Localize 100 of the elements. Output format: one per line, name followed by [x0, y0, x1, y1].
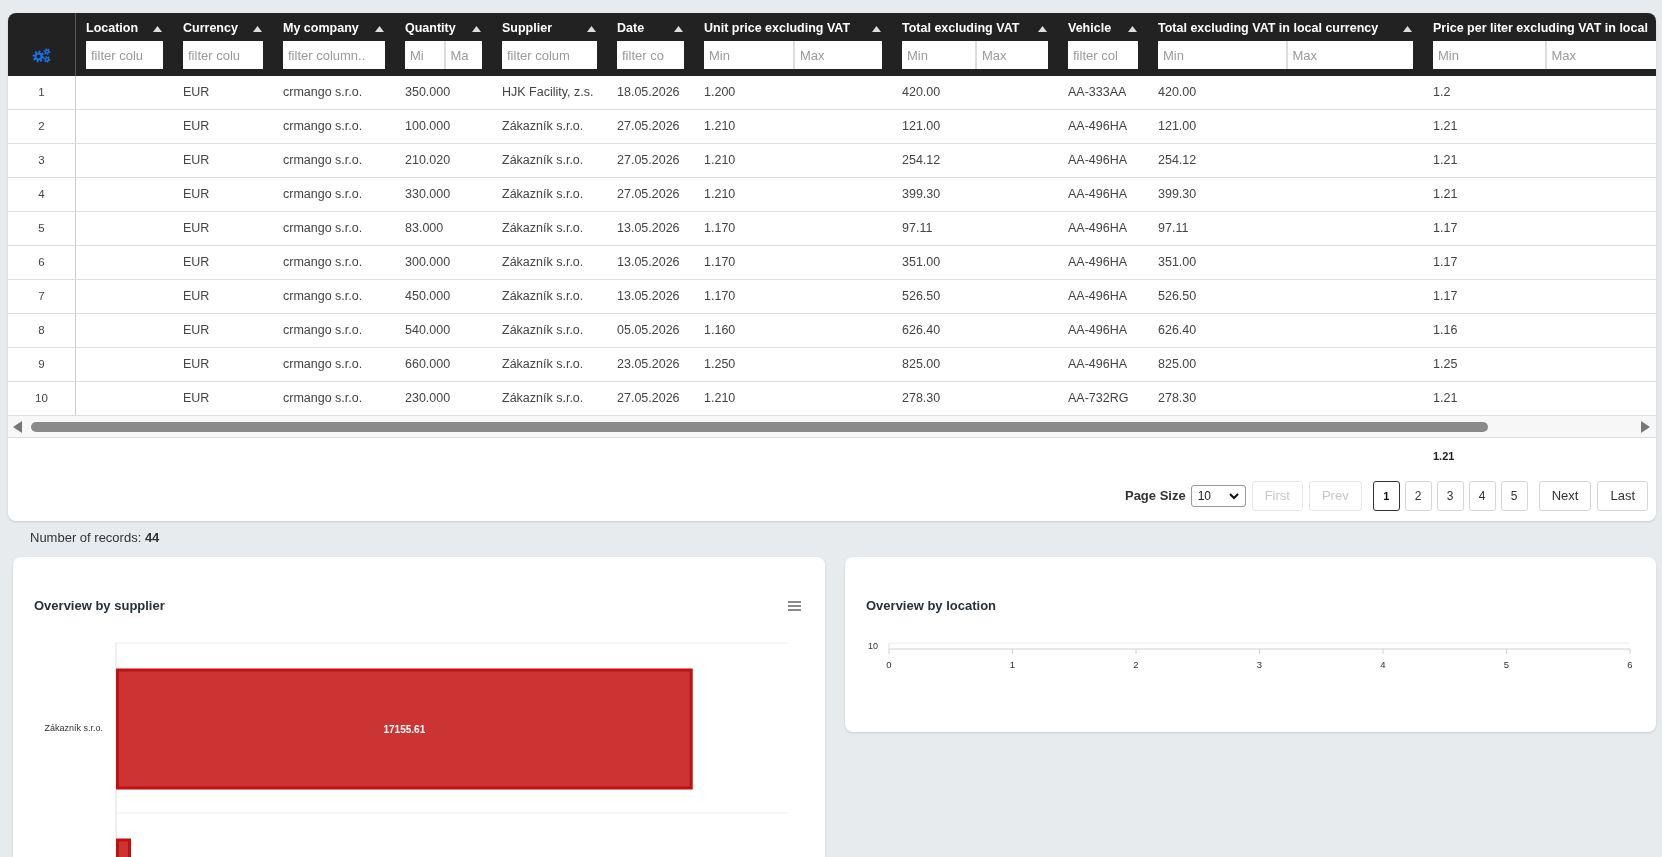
max-filter-input[interactable]: Max — [975, 41, 1048, 69]
cell-value: 1.2 — [1433, 84, 1451, 102]
cell-value: crmango s.r.o. — [283, 288, 363, 306]
sort-arrow-icon[interactable] — [872, 25, 881, 32]
sort-arrow-icon[interactable] — [375, 25, 384, 32]
cell-value: EUR — [183, 84, 210, 102]
cell-value: EUR — [183, 288, 210, 306]
tick-label: 5 — [1503, 659, 1510, 670]
cell-value: EUR — [183, 254, 210, 272]
cell-value: 399.30 — [902, 186, 941, 204]
column-header[interactable]: Vehicle — [1068, 19, 1112, 38]
column-header[interactable]: Supplier — [502, 19, 552, 38]
column-header[interactable]: Total excluding VAT — [902, 19, 1020, 38]
cell-value: AA-496HA — [1068, 186, 1128, 204]
page-button[interactable]: 2 — [1404, 481, 1432, 511]
column-header[interactable]: Date — [617, 19, 645, 38]
cell-value: EUR — [183, 390, 210, 408]
cell-value: 351.00 — [1158, 254, 1197, 272]
sort-arrow-icon[interactable] — [472, 25, 481, 32]
cell-value: HJK Facility, z.s. — [502, 84, 594, 102]
page-button[interactable]: 3 — [1436, 481, 1464, 511]
sort-arrow-icon[interactable] — [674, 25, 683, 32]
column-header[interactable]: My company — [283, 19, 359, 38]
sort-arrow-icon[interactable] — [1038, 25, 1047, 32]
min-filter-input[interactable]: Mi — [405, 41, 444, 69]
cell-value: 1.250 — [704, 356, 736, 374]
cell-value: crmango s.r.o. — [283, 220, 363, 238]
cell-value: 27.05.2026 — [617, 152, 680, 170]
data-label: 17155.61 — [383, 723, 426, 735]
pagination-button[interactable]: Next — [1538, 481, 1592, 511]
filter-input[interactable]: filter colu — [183, 41, 263, 69]
cell-value: 1.210 — [704, 152, 736, 170]
column-header[interactable]: Total excluding VAT in local currency — [1158, 19, 1379, 38]
page-button[interactable]: 5 — [1500, 481, 1528, 511]
page-size-select[interactable]: 10 — [1190, 485, 1246, 507]
max-filter-input[interactable]: Max — [1544, 41, 1656, 69]
cell-value: 121.00 — [902, 118, 941, 136]
sort-arrow-icon[interactable] — [1128, 25, 1137, 32]
cell-value: 351.00 — [902, 254, 941, 272]
scroll-left-icon[interactable] — [13, 420, 22, 433]
sort-arrow-icon[interactable] — [1403, 25, 1412, 32]
cell-value: 100.000 — [405, 118, 451, 136]
max-filter-input[interactable]: Max — [1285, 41, 1413, 69]
cell-value: 1.16 — [1433, 322, 1458, 340]
cell-value: 13.05.2026 — [617, 254, 680, 272]
row-number: 7 — [38, 288, 45, 304]
cell-value: 1.170 — [704, 220, 736, 238]
filter-input[interactable]: filter co — [617, 41, 684, 69]
row-number: 9 — [38, 356, 45, 372]
filter-input[interactable]: filter colu — [86, 41, 163, 69]
column-header[interactable]: Unit price excluding VAT — [704, 19, 851, 38]
cell-value: 1.21 — [1433, 152, 1458, 170]
min-filter-input[interactable]: Min — [1433, 41, 1545, 69]
column-header[interactable]: Price per liter excluding VAT in local — [1433, 19, 1648, 38]
column-header[interactable]: Location — [86, 19, 139, 38]
cell-value: AA-496HA — [1068, 152, 1128, 170]
cell-value: 350.000 — [405, 84, 451, 102]
cell-value: Zákazník s.r.o. — [502, 186, 584, 204]
cell-value: crmango s.r.o. — [283, 322, 363, 340]
scroll-right-icon[interactable] — [1641, 420, 1650, 433]
filter-input[interactable]: filter colum — [502, 41, 597, 69]
filter-input[interactable]: filter col — [1068, 41, 1138, 69]
pagination-button[interactable]: Last — [1597, 481, 1648, 511]
min-filter-input[interactable]: Min — [1158, 41, 1286, 69]
cell-value: 1.17 — [1433, 288, 1458, 306]
cell-value: 210.020 — [405, 152, 451, 170]
cell-value: 278.30 — [902, 390, 941, 408]
row-number: 10 — [35, 390, 48, 406]
max-filter-input[interactable]: Max — [793, 41, 882, 69]
chart-title: Overview by location — [866, 597, 997, 616]
row-number: 8 — [38, 322, 45, 338]
sort-arrow-icon[interactable] — [153, 25, 162, 32]
scrollbar-thumb[interactable] — [31, 421, 1488, 432]
page-button[interactable]: 1 — [1372, 481, 1400, 511]
cell-value: crmango s.r.o. — [283, 356, 363, 374]
cell-value: crmango s.r.o. — [283, 152, 363, 170]
cell-value: 23.05.2026 — [617, 356, 680, 374]
cell-value: crmango s.r.o. — [283, 186, 363, 204]
cell-value: 1.210 — [704, 186, 736, 204]
cell-value: Zákazník s.r.o. — [502, 356, 584, 374]
sort-arrow-icon[interactable] — [587, 25, 596, 32]
cell-value: 1.210 — [704, 390, 736, 408]
cell-value: AA-496HA — [1068, 322, 1128, 340]
row-number: 6 — [38, 254, 45, 270]
tick-label: 3 — [1256, 659, 1263, 670]
gears-icon[interactable] — [32, 48, 51, 63]
min-filter-input[interactable]: Min — [704, 41, 793, 69]
max-filter-input[interactable]: Ma — [443, 41, 482, 69]
category-label: 10 — [868, 641, 878, 651]
sort-arrow-icon[interactable] — [253, 25, 262, 32]
cell-value: 1.17 — [1433, 254, 1458, 272]
filter-input[interactable]: filter column.. — [283, 41, 385, 69]
cell-value: 825.00 — [902, 356, 941, 374]
cell-value: crmango s.r.o. — [283, 118, 363, 136]
min-filter-input[interactable]: Min — [902, 41, 975, 69]
page-button[interactable]: 4 — [1468, 481, 1496, 511]
menu-icon[interactable] — [788, 601, 801, 611]
column-header[interactable]: Currency — [183, 19, 238, 38]
cell-value: Zákazník s.r.o. — [502, 390, 584, 408]
column-header[interactable]: Quantity — [405, 19, 456, 38]
